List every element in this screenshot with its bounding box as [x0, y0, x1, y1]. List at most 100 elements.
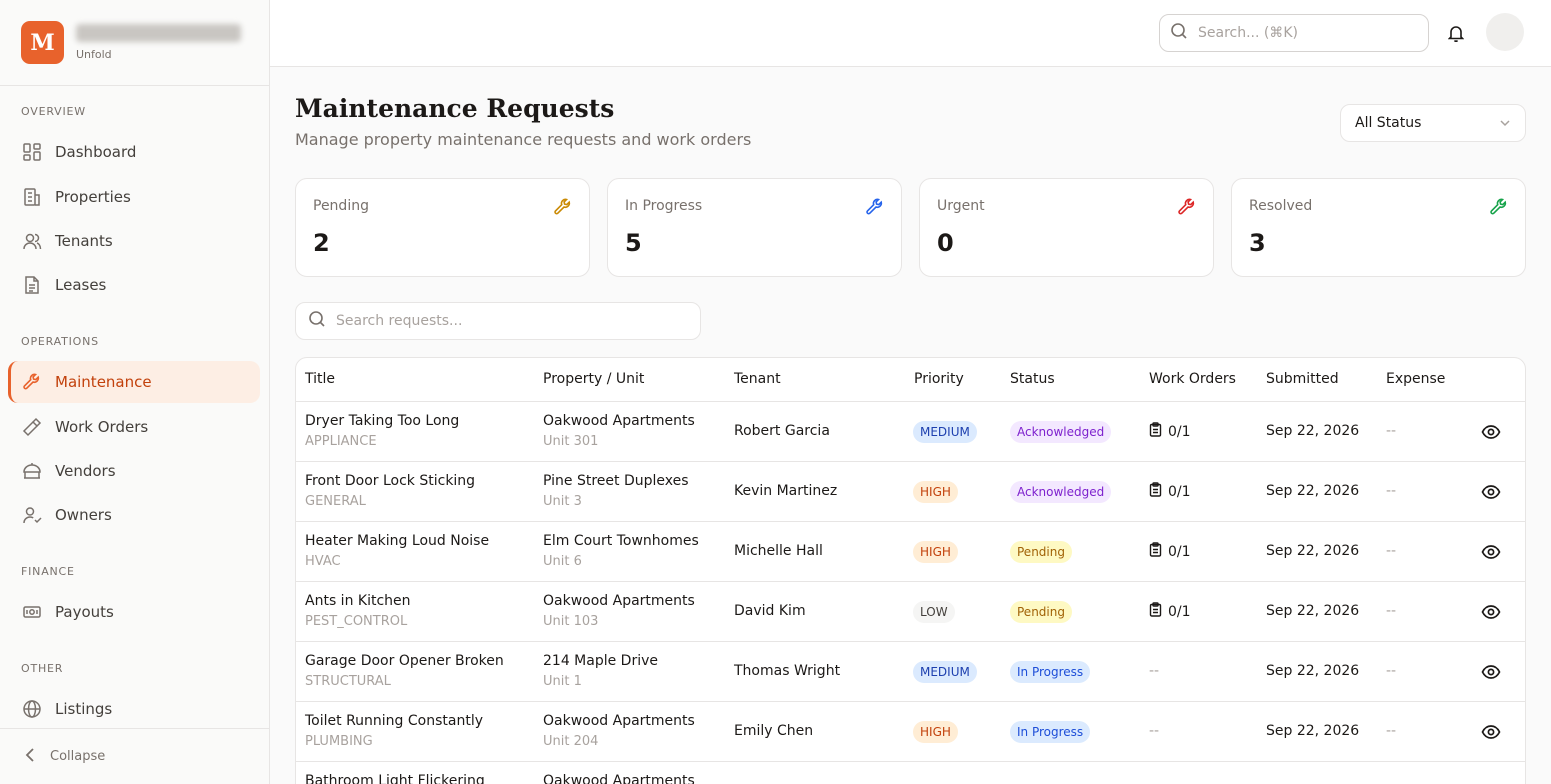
priority-badge: LOW — [913, 601, 955, 623]
request-title: Bathroom Light Flickering — [305, 773, 485, 784]
section-label-overview: OVERVIEW — [21, 105, 86, 118]
request-category: APPLIANCE — [305, 434, 377, 449]
column-header-expense[interactable]: Expense — [1386, 371, 1445, 387]
eye-icon[interactable] — [1481, 543, 1501, 561]
building-icon — [21, 186, 43, 208]
stat-value: 0 — [937, 229, 954, 257]
column-header-priority[interactable]: Priority — [914, 371, 964, 387]
request-title: Garage Door Opener Broken — [305, 653, 504, 669]
stat-card-resolved: Resolved 3 — [1231, 178, 1526, 277]
table-row[interactable]: Bathroom Light Flickering Oakwood Apartme… — [296, 762, 1525, 784]
table-row[interactable]: Dryer Taking Too Long APPLIANCE Oakwood Ap… — [296, 402, 1525, 462]
global-search-placeholder: Search... (⌘K) — [1198, 25, 1299, 41]
expense-value: -- — [1386, 663, 1397, 679]
table-row[interactable]: Heater Making Loud Noise HVAC Elm Court To… — [296, 522, 1525, 582]
user-check-icon — [21, 504, 43, 526]
column-header-property[interactable]: Property / Unit — [543, 371, 644, 387]
stat-label: In Progress — [625, 198, 703, 214]
search-icon — [308, 310, 326, 332]
status-badge: Acknowledged — [1010, 481, 1112, 503]
topbar: Search... (⌘K) — [270, 0, 1551, 67]
work-orders-count[interactable]: 0/1 — [1149, 602, 1191, 621]
request-category: GENERAL — [305, 494, 366, 509]
eye-icon[interactable] — [1481, 663, 1501, 681]
unit-label: Unit 6 — [543, 554, 582, 569]
eye-icon[interactable] — [1481, 723, 1501, 741]
store-icon — [21, 460, 43, 482]
priority-badge: HIGH — [913, 481, 958, 503]
sidebar-item-vendors[interactable]: Vendors — [8, 450, 260, 492]
table-header: Title Property / Unit Tenant Priority St… — [296, 358, 1525, 402]
tenant-name: Michelle Hall — [734, 543, 823, 559]
wrench-icon — [1490, 198, 1507, 215]
bell-icon[interactable] — [1446, 22, 1466, 44]
sidebar-item-work-orders[interactable]: Work Orders — [8, 406, 260, 448]
request-category: HVAC — [305, 554, 341, 569]
table-row[interactable]: Front Door Lock Sticking GENERAL Pine Stre… — [296, 462, 1525, 522]
eye-icon[interactable] — [1481, 483, 1501, 501]
expense-value: -- — [1386, 723, 1397, 739]
submitted-date: Sep 22, 2026 — [1266, 483, 1360, 499]
status-badge: Acknowledged — [1010, 421, 1112, 443]
column-header-tenant[interactable]: Tenant — [734, 371, 781, 387]
stat-label: Pending — [313, 198, 369, 214]
clipboard-icon — [1149, 542, 1162, 561]
stat-value: 5 — [625, 229, 642, 257]
avatar[interactable] — [1486, 13, 1524, 51]
collapse-button[interactable]: Collapse — [0, 728, 269, 784]
column-header-work-orders[interactable]: Work Orders — [1149, 371, 1236, 387]
column-header-title[interactable]: Title — [305, 371, 335, 387]
sidebar-item-properties[interactable]: Properties — [8, 176, 260, 218]
sidebar-item-label: Properties — [55, 188, 131, 206]
sidebar-item-label: Leases — [55, 276, 107, 294]
brand-header[interactable]: M Unfold — [0, 0, 269, 86]
clipboard-icon — [1149, 422, 1162, 441]
column-header-status[interactable]: Status — [1010, 371, 1055, 387]
work-orders-count[interactable]: 0/1 — [1149, 482, 1191, 501]
brand-subtitle: Unfold — [76, 48, 112, 61]
eye-icon[interactable] — [1481, 603, 1501, 621]
tenant-name: David Kim — [734, 603, 806, 619]
tenant-name: Emily Chen — [734, 723, 814, 739]
requests-search-input[interactable]: Search requests... — [295, 302, 701, 340]
chevron-left-icon — [24, 747, 36, 766]
clipboard-icon — [1149, 482, 1162, 501]
sidebar-item-listings[interactable]: Listings — [8, 688, 260, 730]
brand-logo: M — [21, 21, 64, 64]
dashboard-icon — [21, 141, 43, 163]
sidebar-item-label: Owners — [55, 506, 112, 524]
work-orders-count[interactable]: 0/1 — [1149, 542, 1191, 561]
priority-badge: MEDIUM — [913, 661, 977, 683]
tenant-name: Kevin Martinez — [734, 483, 838, 499]
stat-card-pending: Pending 2 — [295, 178, 590, 277]
work-orders-count[interactable]: 0/1 — [1149, 422, 1191, 441]
property-name: 214 Maple Drive — [543, 653, 658, 669]
status-badge: Pending — [1010, 541, 1072, 563]
sidebar-item-payouts[interactable]: Payouts — [8, 591, 260, 633]
eye-icon[interactable] — [1481, 423, 1501, 441]
table-row[interactable]: Garage Door Opener Broken STRUCTURAL 214 M… — [296, 642, 1525, 702]
brand-name-blurred — [76, 24, 241, 42]
page-title: Maintenance Requests — [295, 94, 615, 123]
stat-value: 3 — [1249, 229, 1266, 257]
global-search-input[interactable]: Search... (⌘K) — [1159, 14, 1429, 52]
collapse-label: Collapse — [50, 749, 106, 764]
users-icon — [21, 230, 43, 252]
sidebar-item-label: Work Orders — [55, 418, 149, 436]
table-row[interactable]: Toilet Running Constantly PLUMBING Oakwood… — [296, 702, 1525, 762]
sidebar-item-dashboard[interactable]: Dashboard — [8, 131, 260, 173]
sidebar-item-owners[interactable]: Owners — [8, 494, 260, 536]
sidebar-item-tenants[interactable]: Tenants — [8, 220, 260, 262]
sidebar-item-leases[interactable]: Leases — [8, 264, 260, 306]
request-title: Dryer Taking Too Long — [305, 413, 460, 429]
status-badge: Pending — [1010, 601, 1072, 623]
sidebar-item-maintenance[interactable]: Maintenance — [8, 361, 260, 403]
column-header-submitted[interactable]: Submitted — [1266, 371, 1339, 387]
priority-badge: MEDIUM — [913, 421, 977, 443]
status-filter-select[interactable]: All Status — [1340, 104, 1526, 142]
tenant-name: Robert Garcia — [734, 423, 830, 439]
property-name: Elm Court Townhomes — [543, 533, 699, 549]
property-name: Oakwood Apartments — [543, 413, 695, 429]
request-title: Ants in Kitchen — [305, 593, 411, 609]
table-row[interactable]: Ants in Kitchen PEST_CONTROL Oakwood Apart… — [296, 582, 1525, 642]
